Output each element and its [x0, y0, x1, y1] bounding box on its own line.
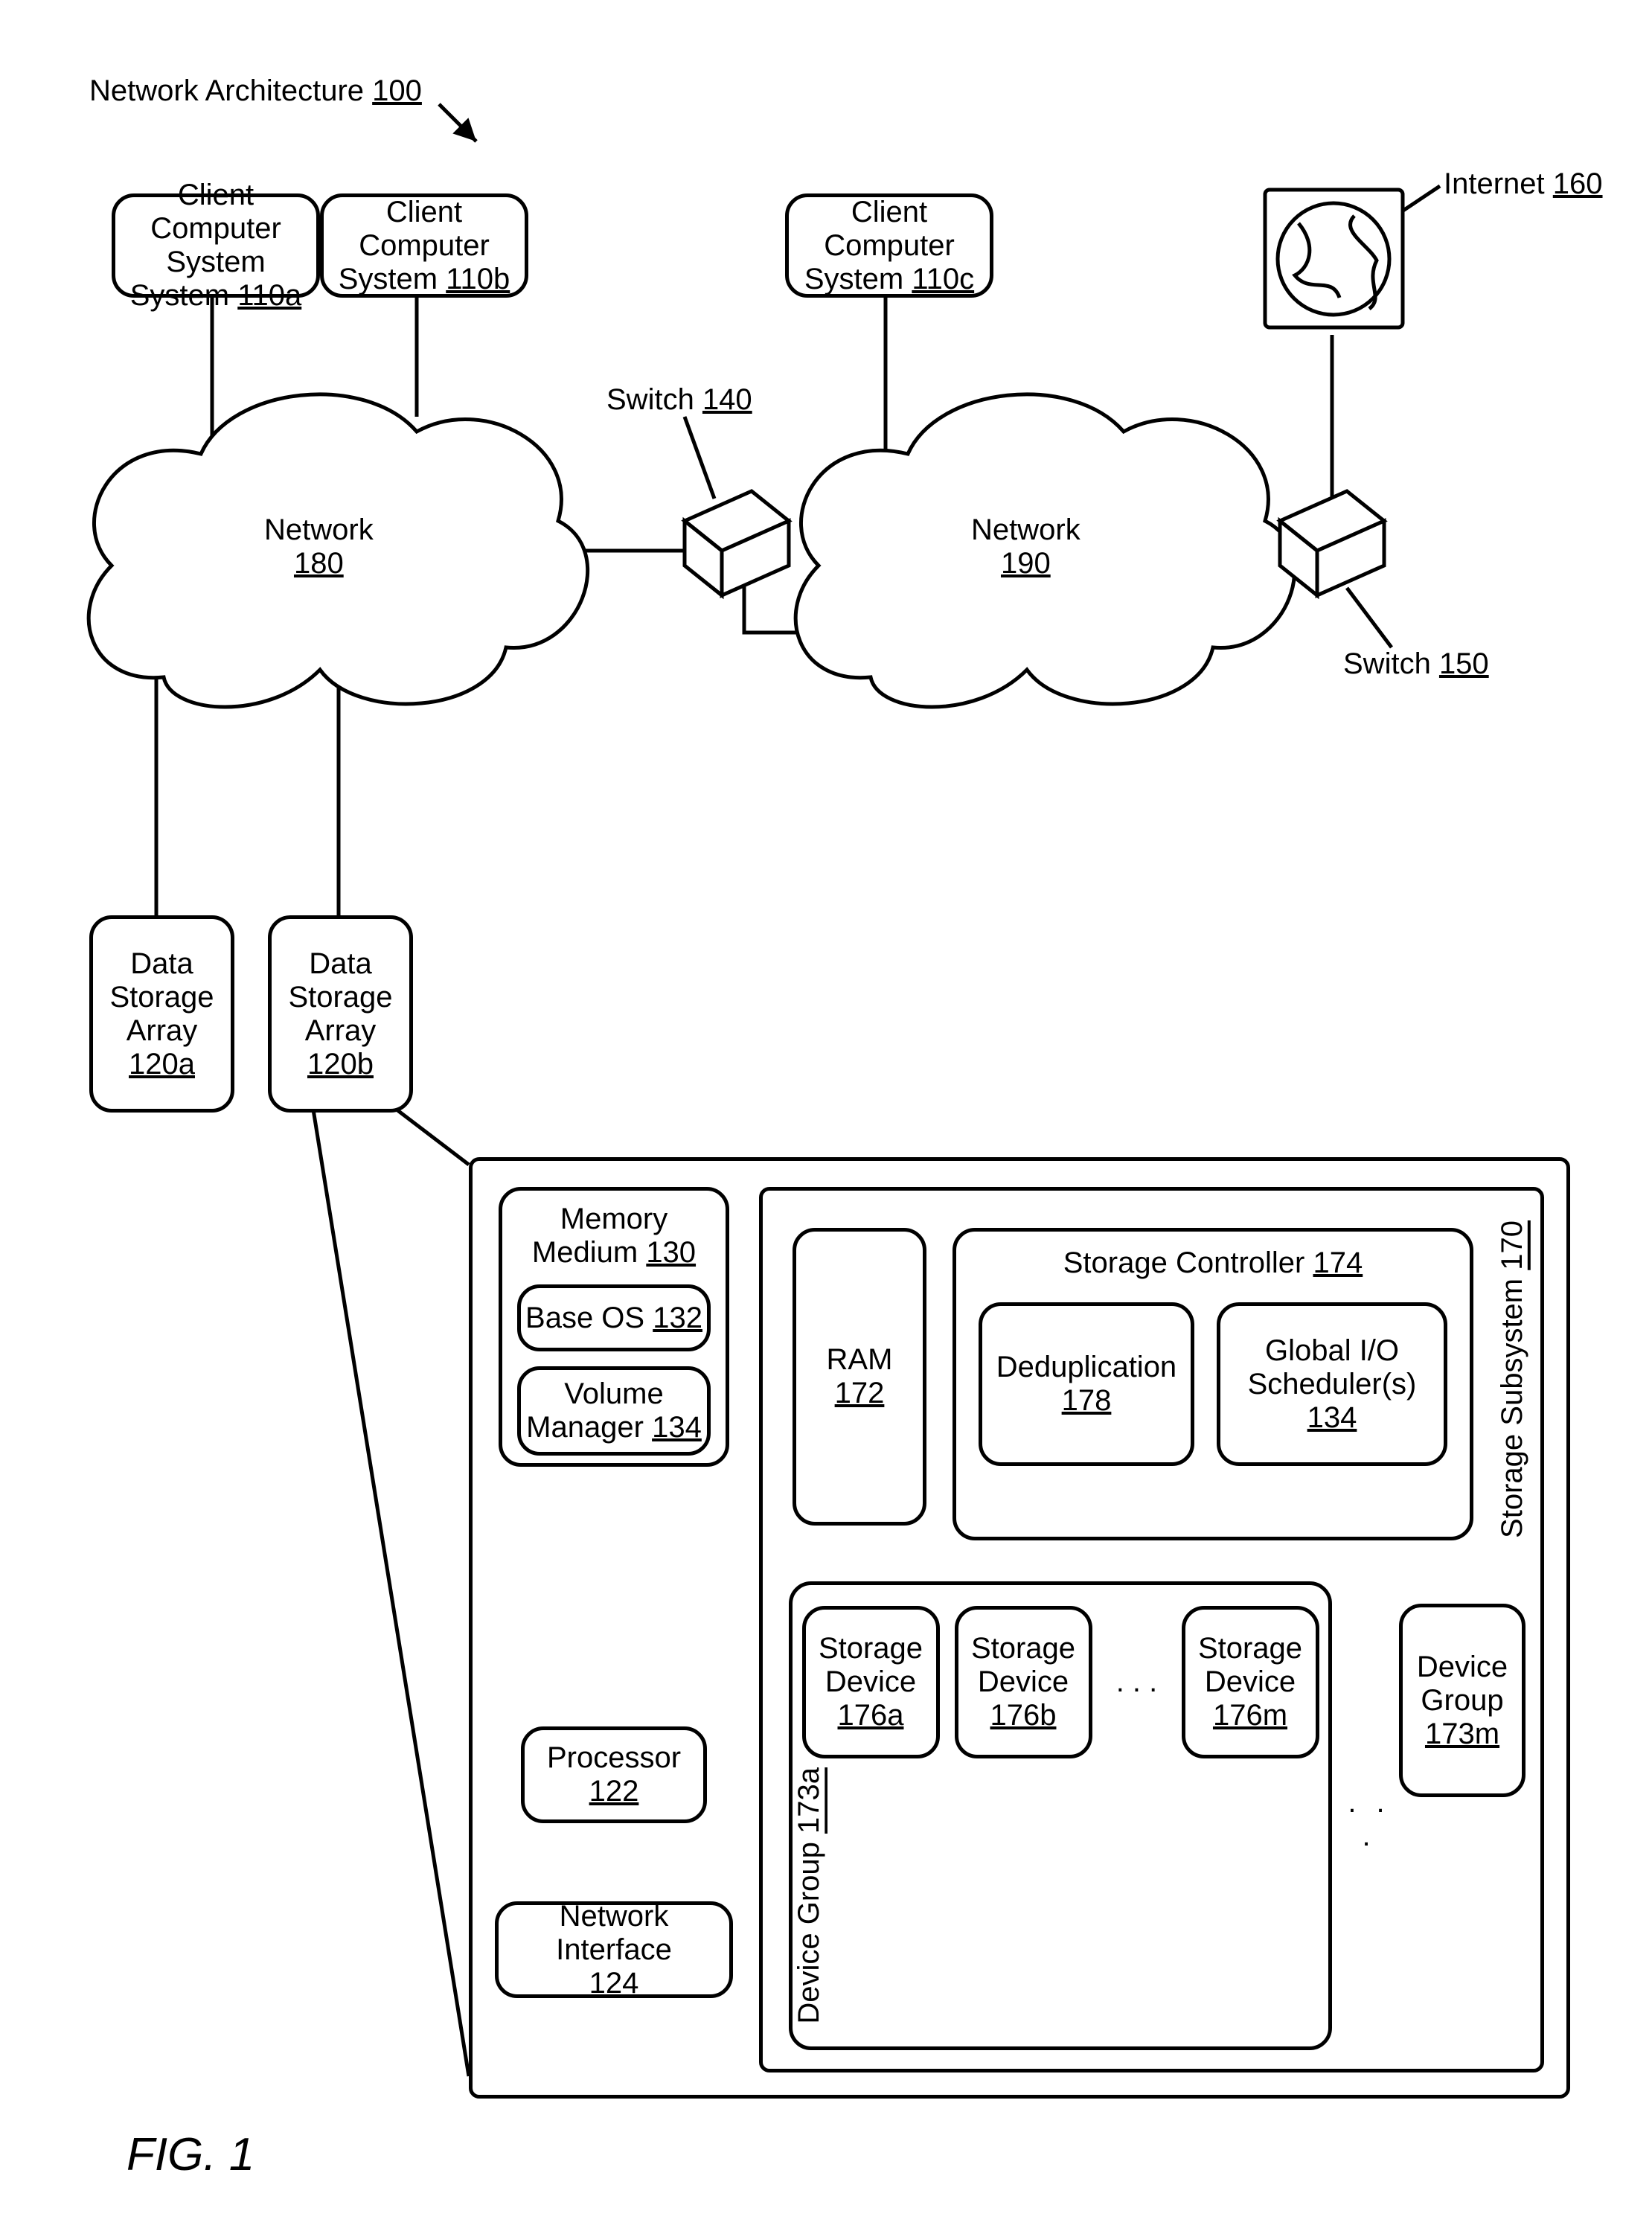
network-190-label: Network 190: [971, 513, 1080, 580]
base-os: Base OS 132: [517, 1284, 711, 1351]
ellipsis: . . .: [1107, 1665, 1167, 1699]
network-interface: Network Interface 124: [495, 1901, 733, 1998]
switch-140: [685, 491, 789, 595]
global-io-scheduler: Global I/O Scheduler(s) 134: [1217, 1302, 1447, 1466]
internet-label: Internet 160: [1444, 167, 1603, 201]
client-system-label: System: [130, 279, 229, 312]
client-110c: Client Computer System 110c: [785, 193, 993, 298]
switch-150: [1280, 491, 1384, 595]
diagram-title: Network Architecture 100: [89, 74, 422, 108]
device-group-173a: StorageDevice176a StorageDevice176b . . …: [789, 1581, 1332, 2050]
client-110a: Client Computer System System 110a: [112, 193, 320, 298]
array-120b: DataStorageArray 120b: [268, 915, 413, 1113]
network-180-label: Network 180: [264, 513, 374, 580]
array-120a: DataStorageArray 120a: [89, 915, 234, 1113]
ellipsis-groups: . . .: [1339, 1786, 1399, 1853]
storage-device-176a: StorageDevice176a: [802, 1606, 940, 1758]
switch-140-label: Switch 140: [606, 383, 752, 417]
processor: Processor 122: [521, 1726, 707, 1823]
device-group-173a-label: Device Group 173a: [793, 1767, 1328, 2024]
storage-device-176b: StorageDevice176b: [955, 1606, 1092, 1758]
storage-device-176m: StorageDevice176m: [1182, 1606, 1319, 1758]
subsystem-title: Storage Subsystem 170: [1496, 1220, 1529, 1538]
volume-manager: VolumeManager 134: [517, 1366, 711, 1456]
figure-label: FIG. 1: [127, 2128, 254, 2181]
switch-150-label: Switch 150: [1343, 647, 1489, 681]
deduplication: Deduplication 178: [979, 1302, 1194, 1466]
device-group-173m: DeviceGroup173m: [1399, 1604, 1525, 1797]
client-110b: Client Computer System 110b: [320, 193, 528, 298]
internet-globe: [1265, 190, 1403, 327]
storage-controller: Storage Controller 174 Deduplication 178…: [953, 1228, 1473, 1540]
ram: RAM 172: [793, 1228, 926, 1526]
memory-medium: Memory Medium 130 Base OS 132 VolumeMana…: [499, 1187, 729, 1467]
